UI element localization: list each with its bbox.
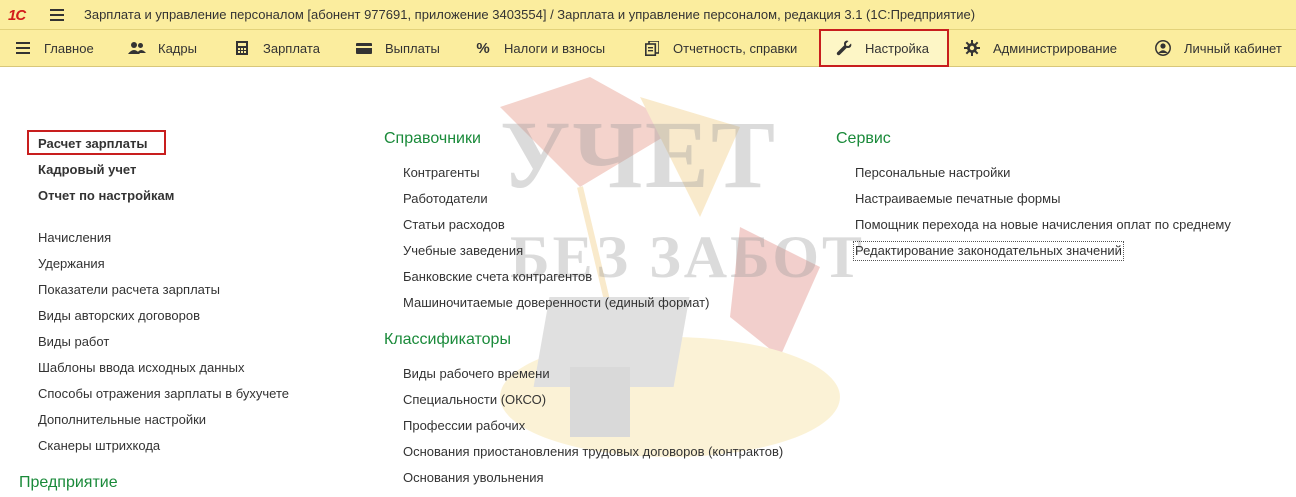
link-educational-institutions[interactable]: Учебные заведения <box>403 243 523 259</box>
link-author-contract-types[interactable]: Виды авторских договоров <box>38 308 200 324</box>
link-machine-readable-powers[interactable]: Машиночитаемые доверенности (единый форм… <box>403 295 709 311</box>
gear-icon <box>963 40 981 56</box>
link-custom-print-forms[interactable]: Настраиваемые печатные формы <box>855 191 1060 207</box>
people-icon <box>128 40 146 56</box>
section-label: Кадры <box>158 40 197 56</box>
group-service: Сервис <box>836 130 891 147</box>
documents-icon <box>643 40 661 56</box>
1c-logo: 1С <box>8 7 26 24</box>
section-payments[interactable]: Выплаты <box>355 30 440 66</box>
window-title: Зарплата и управление персоналом [абонен… <box>84 7 976 22</box>
sections-panel: Главное Кадры Зарплата Выплаты % Налоги … <box>0 29 1296 67</box>
link-additional-settings[interactable]: Дополнительные настройки <box>38 412 206 428</box>
section-label: Зарплата <box>263 40 320 56</box>
link-input-templates[interactable]: Шаблоны ввода исходных данных <box>38 360 244 376</box>
settings-content: УЧЕТ БЕЗ ЗАБОТ Расчет зарплаты Кадровый … <box>0 67 1296 494</box>
section-hr[interactable]: Кадры <box>128 30 197 66</box>
section-label: Налоги и взносы <box>504 40 606 56</box>
section-label: Настройка <box>865 40 929 56</box>
link-settings-report[interactable]: Отчет по настройкам <box>38 188 174 204</box>
link-payroll-settings[interactable]: Расчет зарплаты <box>38 136 147 152</box>
group-classifiers: Классификаторы <box>384 331 511 348</box>
watermark-line1: УЧЕТ <box>500 101 777 208</box>
title-bar: 1С Зарплата и управление персоналом [або… <box>0 0 1296 30</box>
group-enterprise: Предприятие <box>19 474 118 491</box>
link-legislative-values-editing[interactable]: Редактирование законодательных значений <box>853 241 1124 261</box>
section-personal-account[interactable]: Личный кабинет <box>1154 30 1282 66</box>
section-administration[interactable]: Администрирование <box>963 30 1117 66</box>
link-specialties-okso[interactable]: Специальности (ОКСО) <box>403 392 546 408</box>
wrench-icon <box>835 40 853 56</box>
section-label: Выплаты <box>385 40 440 56</box>
menu-icon <box>14 40 32 56</box>
link-expense-items[interactable]: Статьи расходов <box>403 217 505 233</box>
link-accruals[interactable]: Начисления <box>38 230 111 246</box>
watermark-text: УЧЕТ <box>500 107 777 203</box>
link-deductions[interactable]: Удержания <box>38 256 105 272</box>
section-label: Администрирование <box>993 40 1117 56</box>
link-barcode-scanners[interactable]: Сканеры штрихкода <box>38 438 160 454</box>
link-hr-settings[interactable]: Кадровый учет <box>38 162 136 178</box>
link-personal-settings[interactable]: Персональные настройки <box>855 165 1010 181</box>
section-main[interactable]: Главное <box>14 30 94 66</box>
link-contract-suspension-grounds[interactable]: Основания приостановления трудовых догов… <box>403 444 783 460</box>
section-label: Отчетность, справки <box>673 40 798 56</box>
link-dismissal-grounds[interactable]: Основания увольнения <box>403 470 544 486</box>
link-worker-professions[interactable]: Профессии рабочих <box>403 418 525 434</box>
link-accounting-reflection[interactable]: Способы отражения зарплаты в бухучете <box>38 386 289 402</box>
user-icon <box>1154 40 1172 56</box>
section-label: Главное <box>44 40 94 56</box>
link-payroll-indicators[interactable]: Показатели расчета зарплаты <box>38 282 220 298</box>
wallet-icon <box>355 40 373 56</box>
link-employers[interactable]: Работодатели <box>403 191 488 207</box>
section-reports[interactable]: Отчетность, справки <box>643 30 797 66</box>
calculator-icon <box>233 40 251 56</box>
section-salary[interactable]: Зарплата <box>233 30 320 66</box>
link-working-time-types[interactable]: Виды рабочего времени <box>403 366 550 382</box>
section-taxes[interactable]: % Налоги и взносы <box>474 30 605 66</box>
link-counterparties[interactable]: Контрагенты <box>403 165 480 181</box>
link-counterparty-bank-accounts[interactable]: Банковские счета контрагентов <box>403 269 592 285</box>
section-settings[interactable]: Настройка <box>819 29 949 67</box>
group-catalogs: Справочники <box>384 130 481 147</box>
main-menu-icon[interactable] <box>50 9 64 21</box>
percent-icon: % <box>476 39 490 57</box>
link-average-pay-migration-assistant[interactable]: Помощник перехода на новые начисления оп… <box>855 217 1231 233</box>
section-label: Личный кабинет <box>1184 40 1282 56</box>
link-work-types[interactable]: Виды работ <box>38 334 109 350</box>
